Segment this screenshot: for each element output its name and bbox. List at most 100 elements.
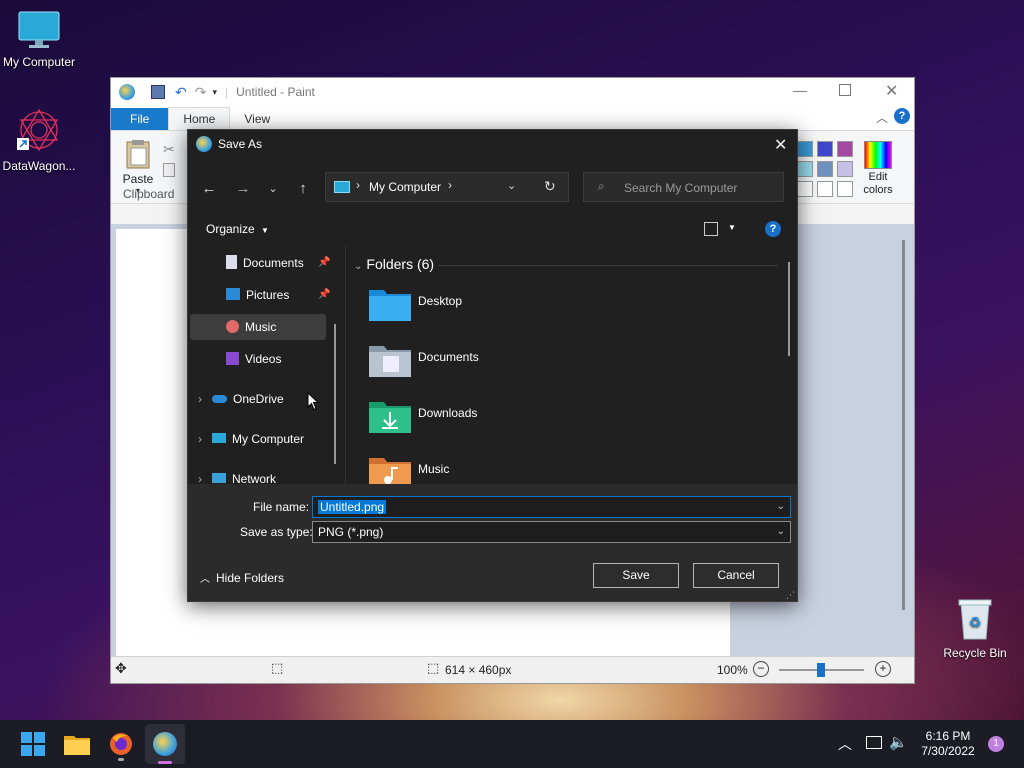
address-bar[interactable]: › My Computer › ⌄ ↻ — [325, 172, 569, 202]
folder-name: Desktop — [418, 294, 463, 308]
folder-name: Documents — [418, 350, 479, 364]
network-icon[interactable] — [866, 736, 882, 749]
maximize-button[interactable] — [839, 84, 851, 96]
tab-file[interactable]: File — [111, 108, 169, 130]
show-hidden-icons-button[interactable]: ︿ — [838, 734, 852, 754]
help-icon[interactable]: ? — [894, 108, 910, 124]
nav-item-videos[interactable]: Videos — [226, 346, 281, 372]
address-dropdown-icon[interactable]: ⌄ — [507, 179, 516, 192]
clock-date: 7/30/2022 — [921, 744, 975, 758]
zoom-in-button[interactable]: + — [875, 661, 891, 677]
expand-chevron-icon[interactable]: › — [198, 472, 202, 484]
desktop-icon-recycle-bin[interactable]: ♻ Recycle Bin — [935, 597, 1015, 660]
notification-badge[interactable]: 1 — [988, 736, 1004, 752]
redo-icon[interactable]: ↷ — [195, 84, 207, 101]
dialog-bottom-panel: File name: Untitled.png ⌄ Save as type: … — [188, 484, 797, 601]
undo-icon[interactable]: ↶ — [175, 84, 187, 101]
color-swatch[interactable] — [817, 181, 833, 197]
nav-pane-scrollbar[interactable] — [334, 324, 336, 464]
color-swatch[interactable] — [837, 181, 853, 197]
paint-titlebar: ↶ ↷ ▾ | Untitled - Paint — ✕ — [111, 78, 914, 106]
taskbar: ︿ 🔈 6:16 PM 7/30/2022 1 — [0, 720, 1024, 768]
cut-icon[interactable]: ✂ — [163, 141, 175, 158]
color-swatch[interactable] — [837, 161, 853, 177]
expand-chevron-icon[interactable]: › — [198, 392, 202, 406]
group-header[interactable]: ⌄ Folders (6) — [354, 256, 434, 272]
music-icon — [226, 320, 239, 333]
volume-icon[interactable]: 🔈 — [889, 733, 908, 751]
zoom-slider[interactable] — [779, 663, 864, 677]
desktop-icon-datawagon[interactable]: DataWagon... — [0, 106, 79, 173]
tab-view[interactable]: View — [230, 108, 284, 130]
pin-icon[interactable]: 📌 — [318, 282, 330, 308]
clock[interactable]: 6:16 PM 7/30/2022 — [916, 729, 980, 759]
edit-colors-button[interactable]: Edit colors — [855, 141, 901, 197]
file-name-label: File name: — [253, 500, 310, 514]
hide-folders-button[interactable]: ︿ Hide Folders — [200, 570, 284, 585]
view-options-icon[interactable] — [704, 222, 718, 236]
firefox-button[interactable] — [105, 728, 137, 761]
copy-icon[interactable] — [163, 163, 175, 177]
recent-locations-button[interactable]: ⌄ — [262, 178, 284, 200]
nav-item-pictures[interactable]: Pictures 📌 — [226, 282, 330, 308]
file-name-input[interactable]: Untitled.png ⌄ — [312, 496, 791, 518]
refresh-icon[interactable]: ↻ — [544, 178, 556, 195]
organize-button[interactable]: Organize ▼ — [206, 222, 269, 236]
color-swatch[interactable] — [817, 161, 833, 177]
zoom-out-button[interactable]: − — [753, 661, 769, 677]
windows-logo-icon — [21, 732, 45, 756]
color-swatch[interactable] — [797, 181, 813, 197]
dialog-title: Save As — [218, 137, 263, 151]
breadcrumb-chevron-icon[interactable]: › — [448, 178, 452, 192]
color-palette — [797, 141, 857, 201]
nav-item-my-computer[interactable]: › My Computer — [198, 426, 304, 452]
desktop-icon-my-computer[interactable]: My Computer — [0, 10, 79, 69]
selection-size-icon: ⬚ — [271, 660, 284, 675]
color-swatch[interactable] — [797, 141, 813, 157]
expand-chevron-icon[interactable]: › — [198, 432, 202, 446]
help-icon[interactable]: ? — [765, 221, 781, 237]
folder-item[interactable]: Desktop — [368, 286, 462, 336]
paint-taskbar-button[interactable] — [145, 724, 185, 764]
color-swatch[interactable] — [837, 141, 853, 157]
zoom-slider-thumb[interactable] — [817, 663, 825, 677]
search-box[interactable]: ⌕ Search My Computer — [583, 172, 784, 202]
pictures-icon — [226, 288, 240, 300]
collapse-ribbon-icon[interactable]: ︿ — [876, 109, 888, 126]
pin-icon[interactable]: 📌 — [318, 250, 330, 276]
save-as-type-select[interactable]: PNG (*.png) ⌄ — [312, 521, 791, 543]
file-explorer-button[interactable] — [61, 728, 93, 760]
breadcrumb-my-computer[interactable]: My Computer — [369, 180, 441, 194]
save-as-type-value: PNG (*.png) — [318, 525, 384, 539]
forward-button[interactable]: → — [232, 178, 254, 200]
color-swatch[interactable] — [797, 161, 813, 177]
minimize-button[interactable]: — — [793, 82, 807, 98]
file-list-scrollbar[interactable] — [788, 262, 790, 356]
paint-logo-icon — [119, 84, 135, 100]
chevron-down-icon[interactable]: ⌄ — [777, 522, 785, 542]
resize-grip-icon[interactable]: ⋰ — [786, 590, 795, 601]
dialog-close-button[interactable]: ✕ — [774, 135, 787, 155]
up-button[interactable]: ↑ — [292, 178, 314, 200]
file-name-value: Untitled.png — [318, 500, 387, 514]
nav-item-documents[interactable]: Documents 📌 — [226, 250, 330, 276]
close-button[interactable]: ✕ — [885, 81, 898, 101]
tab-home[interactable]: Home — [168, 107, 231, 130]
back-button[interactable]: ← — [198, 178, 220, 200]
nav-item-music[interactable]: Music — [190, 314, 326, 340]
vertical-scrollbar[interactable] — [902, 240, 905, 610]
folder-item[interactable]: Downloads — [368, 398, 477, 448]
view-dropdown-icon[interactable]: ▼ — [728, 223, 736, 232]
chevron-down-icon[interactable]: ⌄ — [777, 497, 785, 517]
quick-access-dropdown-icon[interactable]: ▾ — [212, 87, 217, 98]
nav-item-network[interactable]: › Network — [198, 466, 276, 484]
folder-item[interactable]: Music — [368, 454, 449, 484]
cancel-button[interactable]: Cancel — [693, 563, 779, 588]
folder-item[interactable]: Documents — [368, 342, 479, 392]
save-button[interactable]: Save — [593, 563, 679, 588]
save-icon[interactable] — [151, 85, 165, 99]
nav-item-onedrive[interactable]: › OneDrive — [198, 386, 284, 412]
breadcrumb-separator-icon: › — [356, 178, 360, 192]
color-swatch[interactable] — [817, 141, 833, 157]
start-button[interactable] — [17, 728, 49, 760]
